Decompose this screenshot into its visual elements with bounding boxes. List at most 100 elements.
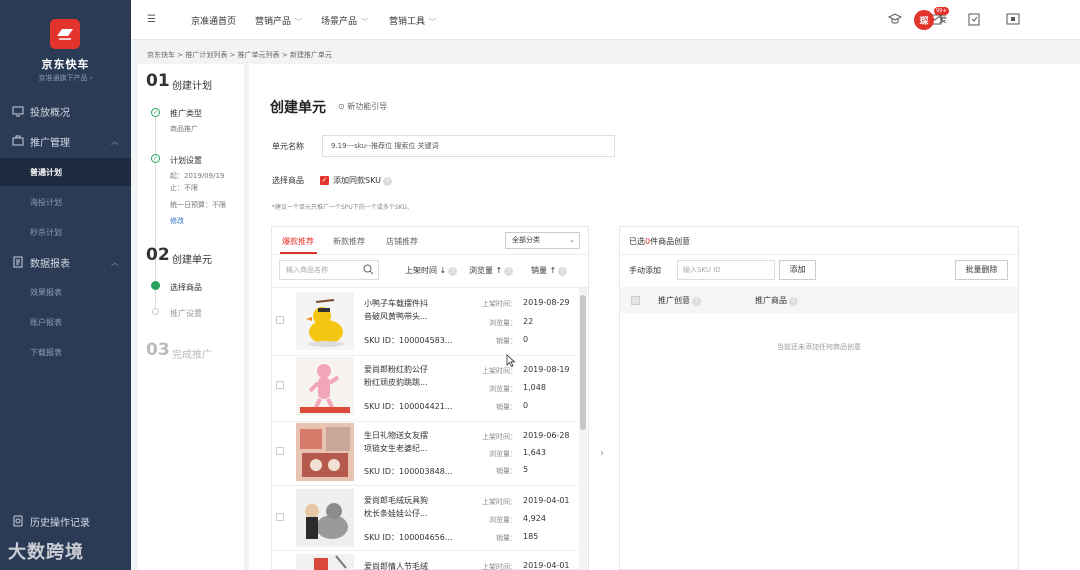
topnav-marketing-tools[interactable]: 营销工具 ﹀ [389,14,436,27]
product-image[interactable] [296,554,354,570]
product-checkbox[interactable] [276,447,284,455]
nav-sub-download-report[interactable]: 下载报表 [0,338,131,366]
divider [272,355,578,356]
sort-label-text: 浏览量 [469,266,493,275]
chevron-down-icon: ﹀ [429,18,437,26]
hamburger-menu-icon[interactable]: ☰ [147,14,156,25]
add-same-sku-checkbox[interactable]: ✓ [320,176,329,185]
clipboard-icon[interactable] [967,12,981,26]
nav-item-reports[interactable]: 数据报表 ︿ [0,247,131,277]
batch-delete-button[interactable]: 批量删除 [955,260,1008,280]
screen-icon[interactable] [1006,12,1020,26]
step-number: 02 [146,245,170,265]
divider [272,550,578,551]
sales-label: 销量： [496,337,517,345]
nav-item-history[interactable]: 历史操作记录 [0,506,131,536]
nav-item-promotion[interactable]: 推广管理 ︿ [0,126,131,156]
tab-hot[interactable]: 爆款推荐 [282,236,314,247]
nav-sub-flash-plan[interactable]: 秒杀计划 [0,218,131,246]
jd-express-logo-icon[interactable] [50,19,80,49]
user-name[interactable]: 爱 [939,14,947,25]
topnav-home[interactable]: 京准通首页 [191,14,236,27]
product-name-line: 爱尚郎粉红豹公仔 [364,365,428,374]
product-checkbox[interactable] [276,316,284,324]
step-number: 01 [146,71,170,91]
pink-panther-image [296,357,354,415]
manual-add-label: 手动添加 [629,266,661,275]
listing-time-label: 上架时间： [482,300,517,308]
step-title: 完成推广 [172,350,212,361]
select-all-checkbox[interactable] [631,296,640,305]
sales-value: 5 [523,465,529,474]
substep-info: 止：不限 [170,184,198,192]
tab-shop[interactable]: 店铺推荐 [386,236,418,247]
divider [272,485,578,486]
views-label: 浏览量： [489,450,517,458]
nav-sub-account-report[interactable]: 账户报表 [0,308,131,336]
substep-label: 推广类型 [170,109,202,118]
topnav-label: 营销产品 [255,17,292,27]
product-image[interactable] [296,357,354,415]
check-icon: ✓ [151,108,160,117]
product-sku: SKU ID：100003848... [364,467,453,476]
feature-guide-link[interactable]: ⊙ 新功能引导 [338,101,387,112]
listing-time-label: 上架时间： [482,367,517,375]
report-icon [13,256,23,268]
graduation-cap-icon[interactable] [888,12,902,26]
sales-value: 185 [523,532,539,541]
substep-info: 商品推广 [170,125,198,133]
nav-label: 历史操作记录 [30,517,90,529]
scrollbar-thumb[interactable] [580,295,586,430]
check-icon: ✓ [151,154,160,163]
topnav-label: 营销工具 [389,17,426,27]
product-name-line: 生日礼物送女友摆 [364,431,428,440]
product-image[interactable] [296,489,354,547]
product-name: 爱尚郎情人节毛绒 [364,562,428,570]
edit-plan-link[interactable]: 修改 [170,216,184,226]
step-title: 创建计划 [172,81,212,92]
column-label: 推广创意 [658,296,690,305]
nav-sub-sea-plan[interactable]: 海投计划 [0,188,131,216]
sort-by-time[interactable]: 上架时间 ↓? [405,265,458,276]
divider [272,421,578,422]
search-icon[interactable] [363,264,374,275]
brand-subtitle-link[interactable]: 京准通旗下产品 › [0,73,131,83]
listing-time-value: 2019-04-01 [523,561,570,570]
sort-by-sales[interactable]: 销量 ↑? [531,265,568,276]
listing-time-label: 上架时间： [482,563,517,570]
listing-time-value: 2019-08-29 [523,298,570,307]
help-icon: ? [504,267,514,276]
topnav-marketing-products[interactable]: 营销产品 ﹀ [255,14,302,27]
product-name: 爱尚郎粉红豹公仔 粉红顽皮豹跳跳... [364,363,464,389]
listing-time-value: 2019-08-19 [523,365,570,374]
help-icon: ? [448,267,458,276]
move-right-arrow-icon[interactable]: › [600,448,604,459]
product-checkbox[interactable] [276,513,284,521]
category-select[interactable]: 全部分类 ⌄ [505,232,580,249]
tab-new[interactable]: 新款推荐 [333,236,365,247]
views-label: 浏览量： [489,516,517,524]
topnav-scene-products[interactable]: 场景产品 ﹀ [321,14,368,27]
nav-item-overview[interactable]: 投放概况 [0,96,131,126]
product-image[interactable] [296,423,354,481]
sort-by-views[interactable]: 浏览量 ↑? [469,265,514,276]
sales-label: 销量： [496,534,517,542]
sales-label: 销量： [496,403,517,411]
product-checkbox[interactable] [276,381,284,389]
breadcrumb[interactable]: 京东快车 > 推广计划列表 > 推广单元列表 > 新建推广单元 [147,50,332,60]
product-sku: SKU ID：100004421... [364,402,453,411]
views-value: 4,924 [523,514,546,523]
product-image[interactable] [296,292,354,350]
product-name-line: 粉红顽皮豹跳跳... [364,378,428,387]
help-icon[interactable]: ? [692,297,701,306]
unit-name-input[interactable]: 9.19---sku--推荐位 搜索位 关键词 [322,135,615,157]
sku-id-input[interactable]: 输入SKU ID [677,260,775,280]
nav-sub-normal-plan[interactable]: 普通计划 [0,158,131,186]
substep-label: 选择商品 [170,283,202,292]
help-icon[interactable]: ? [789,297,798,306]
nav-sub-effect-report[interactable]: 效果报表 [0,278,131,306]
avatar[interactable]: 琛 [914,10,934,30]
help-icon[interactable]: ? [382,177,392,186]
column-creative: 推广创意? [658,295,701,306]
add-sku-button[interactable]: 添加 [779,260,816,280]
